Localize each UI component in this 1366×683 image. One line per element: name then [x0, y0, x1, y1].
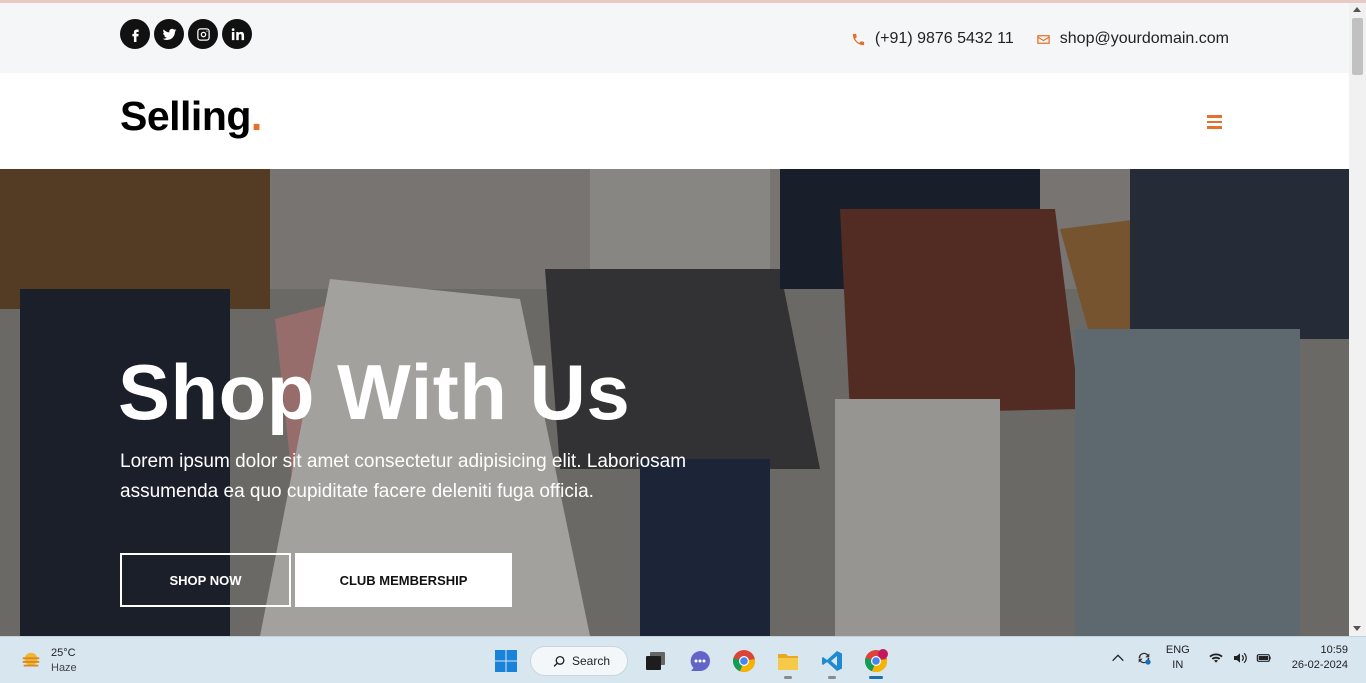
instagram-icon[interactable] [188, 19, 218, 49]
hero-title: Shop With Us [118, 348, 631, 436]
site-logo[interactable]: Selling. [120, 93, 262, 140]
clock-time: 10:59 [1320, 644, 1348, 656]
taskbar-apps: Search [484, 643, 898, 679]
scroll-up-arrow-icon[interactable] [1353, 7, 1361, 12]
running-indicator [828, 676, 836, 679]
vscode-icon[interactable] [810, 643, 854, 679]
weather-condition: Haze [51, 662, 77, 674]
hamburger-icon[interactable] [1207, 115, 1222, 129]
phone-contact[interactable]: (+91) 9876 5432 11 [851, 30, 1014, 48]
clock-date: 26-02-2024 [1291, 659, 1348, 671]
language-line2: IN [1172, 659, 1184, 671]
envelope-icon [1037, 34, 1050, 44]
quick-settings[interactable] [1208, 650, 1272, 666]
email-contact[interactable]: shop@yourdomain.com [1036, 30, 1229, 48]
language-indicator[interactable]: ENG IN [1166, 643, 1190, 673]
site-header: Selling. [0, 73, 1349, 169]
social-links [120, 19, 252, 49]
sync-icon[interactable] [1136, 650, 1152, 666]
logo-text: Selling [120, 93, 251, 139]
hero-section: Shop With Us Lorem ipsum dolor sit amet … [0, 169, 1349, 636]
search-icon [553, 655, 565, 667]
email-address: shop@yourdomain.com [1059, 30, 1229, 47]
page-scrollbar[interactable] [1349, 3, 1366, 636]
haze-sun-icon [22, 652, 40, 667]
language-line1: ENG [1165, 644, 1190, 656]
chevron-up-icon[interactable] [1110, 650, 1126, 666]
active-indicator [869, 676, 883, 679]
chrome-icon[interactable] [722, 643, 766, 679]
logo-dot: . [250, 93, 262, 139]
shop-now-button[interactable]: SHOP NOW [120, 553, 291, 607]
weather-widget[interactable]: 25°C Haze [20, 646, 77, 676]
weather-temperature: 25°C [51, 647, 76, 659]
scroll-down-arrow-icon[interactable] [1353, 626, 1361, 631]
teams-chat-icon[interactable] [678, 643, 722, 679]
file-explorer-icon[interactable] [766, 643, 810, 679]
battery-icon [1256, 654, 1271, 662]
contact-info: (+91) 9876 5432 11 shop@yourdomain.com [851, 30, 1229, 48]
hero-description: Lorem ipsum dolor sit amet consectetur a… [120, 451, 687, 502]
task-view-icon[interactable] [634, 643, 678, 679]
clock[interactable]: 10:59 26-02-2024 [1292, 643, 1348, 673]
club-membership-button[interactable]: CLUB MEMBERSHIP [295, 553, 512, 607]
volume-icon [1233, 652, 1247, 664]
linkedin-icon[interactable] [222, 19, 252, 49]
phone-icon [852, 33, 864, 45]
windows-taskbar: 25°C Haze Search ENG IN 10:59 26-02-2024 [0, 636, 1366, 683]
top-bar: (+91) 9876 5432 11 shop@yourdomain.com [0, 3, 1349, 73]
running-indicator [784, 676, 792, 679]
search-label: Search [572, 654, 611, 668]
scrollbar-thumb[interactable] [1352, 18, 1363, 75]
facebook-icon[interactable] [120, 19, 150, 49]
system-tray: ENG IN 10:59 26-02-2024 [1110, 643, 1348, 673]
twitter-icon[interactable] [154, 19, 184, 49]
chrome-active-icon[interactable] [854, 643, 898, 679]
windows-start-icon[interactable] [484, 643, 528, 679]
wifi-icon [1209, 653, 1223, 663]
phone-number: (+91) 9876 5432 11 [874, 30, 1014, 47]
webpage: (+91) 9876 5432 11 shop@yourdomain.com S… [0, 0, 1349, 636]
taskbar-search[interactable]: Search [530, 646, 628, 676]
